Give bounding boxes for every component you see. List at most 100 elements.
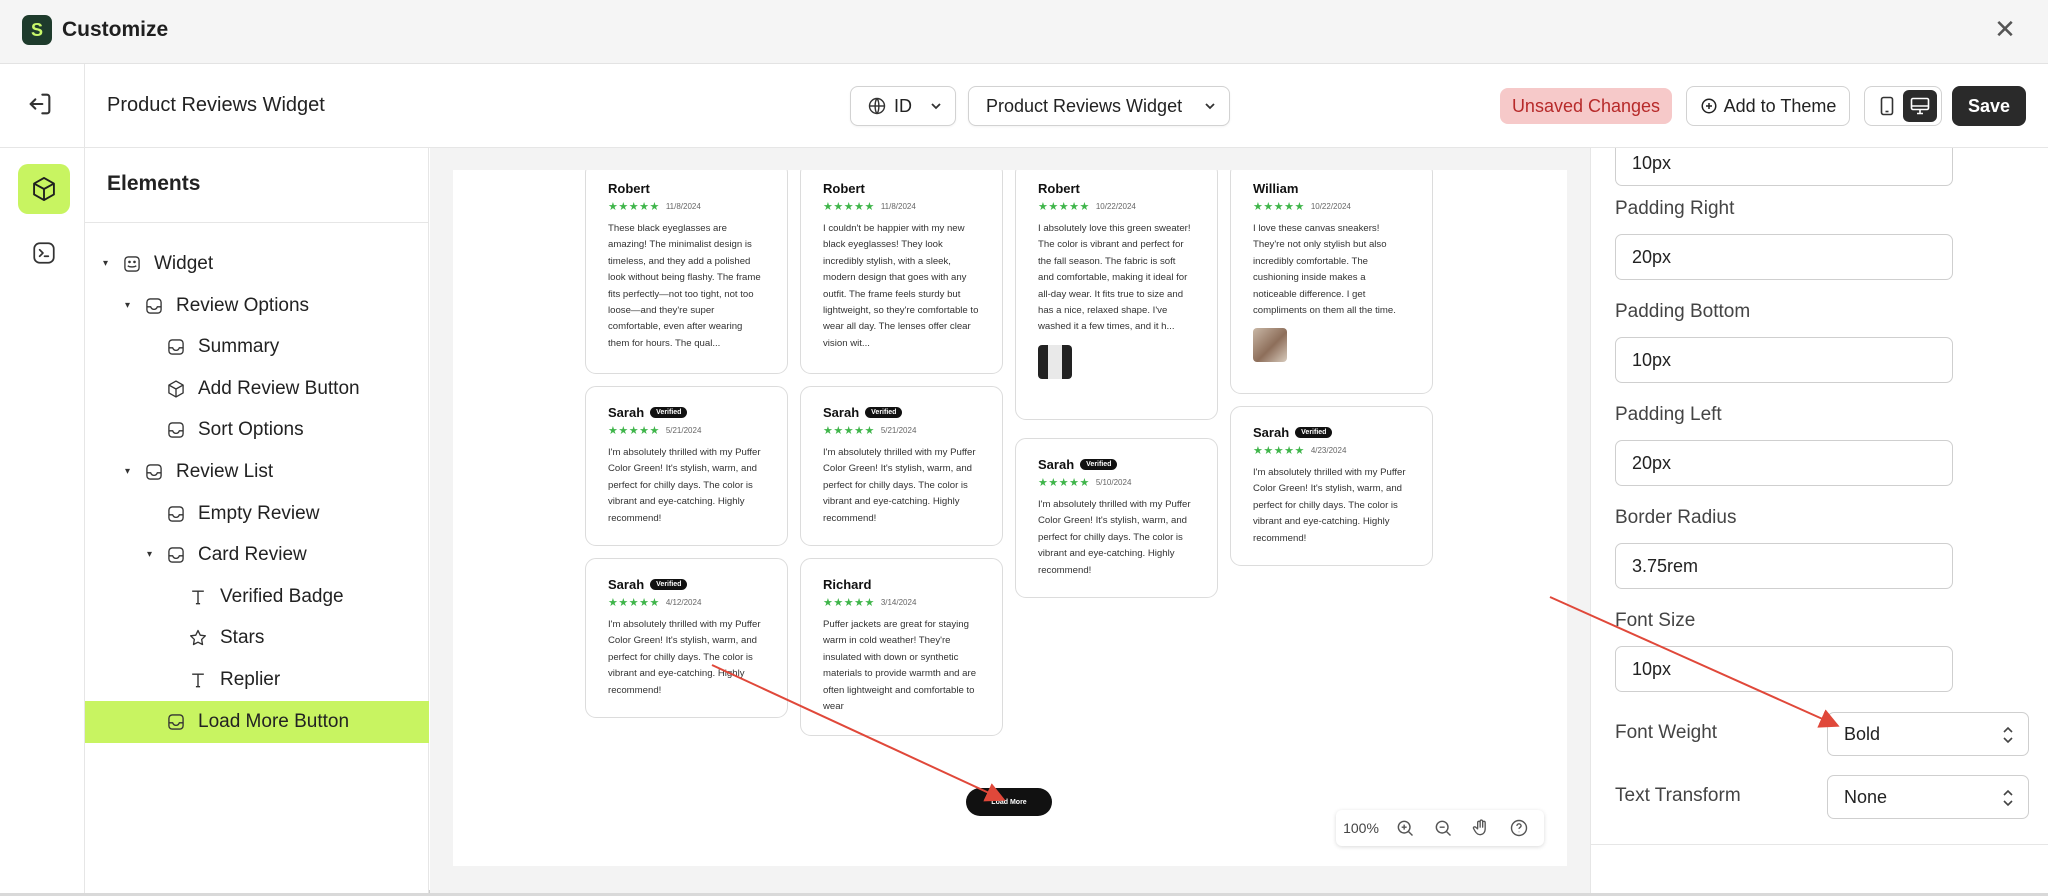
zoom-out-icon[interactable] bbox=[1424, 810, 1462, 846]
tree-item-label: Sort Options bbox=[198, 419, 304, 441]
mobile-view-icon[interactable] bbox=[1873, 92, 1901, 120]
save-button[interactable]: Save bbox=[1952, 86, 2026, 126]
tree-item[interactable]: ▾ Review List bbox=[85, 451, 429, 493]
text-icon bbox=[187, 586, 209, 608]
desktop-view-icon[interactable] bbox=[1903, 90, 1937, 122]
widget-dropdown[interactable]: Product Reviews Widget bbox=[968, 86, 1230, 126]
caret-down-icon[interactable]: ▾ bbox=[147, 549, 157, 560]
rating-stars: ★★★★★ bbox=[823, 596, 875, 609]
help-icon[interactable] bbox=[1500, 810, 1538, 846]
load-more-button[interactable]: Load More bbox=[966, 788, 1052, 816]
padding-top-input[interactable]: 10px bbox=[1615, 148, 1953, 186]
reviewer-name: Sarah bbox=[608, 404, 645, 420]
review-date: 4/23/2024 bbox=[1310, 445, 1347, 455]
review-photo[interactable] bbox=[1253, 328, 1287, 363]
tree-item[interactable]: Replier bbox=[85, 659, 429, 701]
close-icon[interactable]: ✕ bbox=[1990, 14, 2020, 44]
language-dropdown[interactable]: ID bbox=[850, 86, 956, 126]
box-face-icon bbox=[143, 295, 165, 317]
tree-item[interactable]: ▾ Card Review bbox=[85, 534, 429, 576]
caret-down-icon[interactable]: ▾ bbox=[125, 466, 135, 477]
padding-right-input[interactable]: 20px bbox=[1615, 234, 1953, 280]
zoom-level: 100% bbox=[1343, 820, 1379, 836]
box-face-icon bbox=[165, 419, 187, 441]
tree-item[interactable]: ▾ Review Options bbox=[85, 285, 429, 327]
tree-item[interactable]: Stars bbox=[85, 617, 429, 659]
tree-item-label: Review Options bbox=[176, 294, 310, 316]
review-text: I'm absolutely thrilled with my Puffer C… bbox=[1253, 467, 1406, 544]
zoom-in-icon[interactable] bbox=[1386, 810, 1424, 846]
reviewer-name: William bbox=[1253, 180, 1299, 196]
panel-divider bbox=[85, 222, 429, 223]
tree-item[interactable]: Add Review Button bbox=[85, 368, 429, 410]
caret-down-icon[interactable]: ▾ bbox=[125, 300, 135, 311]
review-date: 3/14/2024 bbox=[880, 597, 917, 607]
review-text: I'm absolutely thrilled with my Puffer C… bbox=[1038, 499, 1191, 576]
reviewer-name: Sarah bbox=[608, 576, 645, 592]
review-date: 10/22/2024 bbox=[1310, 201, 1351, 211]
border-radius-label: Border Radius bbox=[1615, 507, 1737, 528]
toolbar-divider bbox=[84, 64, 85, 148]
left-rail bbox=[0, 148, 85, 893]
tree-item[interactable]: Empty Review bbox=[85, 493, 429, 535]
text-transform-select[interactable]: None bbox=[1827, 775, 2029, 819]
review-card: William ★★★★★ 10/22/2024 I love these canva… bbox=[1230, 170, 1433, 394]
box-face-icon bbox=[165, 544, 187, 566]
rating-stars: ★★★★★ bbox=[1253, 200, 1305, 213]
rating-stars: ★★★★★ bbox=[823, 200, 875, 213]
hand-icon[interactable] bbox=[1462, 810, 1500, 846]
review-text: I couldn't be happier with my new black … bbox=[823, 223, 979, 349]
add-to-theme-button[interactable]: Add to Theme bbox=[1686, 86, 1850, 126]
code-tab-icon[interactable] bbox=[18, 228, 70, 278]
review-date: 11/8/2024 bbox=[665, 201, 701, 211]
elements-panel-title: Elements bbox=[107, 172, 201, 195]
reviewer-name: Sarah bbox=[1253, 424, 1290, 440]
window-title: Customize bbox=[62, 18, 169, 41]
tree-item[interactable]: Summary bbox=[85, 326, 429, 368]
tree-item[interactable]: Load More Button bbox=[85, 700, 429, 743]
customize-window: S Customize ✕ Product Reviews Widget ID … bbox=[0, 0, 2048, 893]
font-size-label: Font Size bbox=[1615, 610, 1696, 631]
caret-down-icon[interactable]: ▾ bbox=[103, 258, 113, 269]
widget-dropdown-value: Product Reviews Widget bbox=[986, 95, 1183, 116]
review-text: I love these canvas sneakers! They're no… bbox=[1253, 223, 1396, 317]
widget-icon bbox=[121, 253, 143, 275]
rating-stars: ★★★★★ bbox=[1038, 476, 1090, 489]
tree-item[interactable]: Sort Options bbox=[85, 409, 429, 451]
padding-left-input[interactable]: 20px bbox=[1615, 440, 1953, 486]
tree-item-label: Stars bbox=[220, 627, 265, 649]
tree-item[interactable]: Verified Badge bbox=[85, 576, 429, 618]
chevron-down-icon bbox=[1205, 103, 1215, 110]
reviewer-name: Richard bbox=[823, 576, 872, 592]
review-date: 5/21/2024 bbox=[880, 425, 917, 435]
review-text: I'm absolutely thrilled with my Puffer C… bbox=[608, 619, 761, 696]
review-card: Sarah Verified ★★★★★ 5/21/2024 I'm absolutel… bbox=[585, 386, 788, 546]
review-card: Sarah Verified ★★★★★ 5/10/2024 I'm absolutel… bbox=[1015, 438, 1218, 598]
font-weight-select[interactable]: Bold bbox=[1827, 712, 2029, 756]
tree-item-label: Add Review Button bbox=[198, 377, 360, 399]
verified-badge: Verified bbox=[1080, 458, 1118, 470]
add-to-theme-label: Add to Theme bbox=[1723, 95, 1837, 116]
tree-item-label: Replier bbox=[220, 669, 281, 690]
review-photo[interactable] bbox=[1038, 344, 1072, 379]
border-radius-input[interactable]: 3.75rem bbox=[1615, 543, 1953, 589]
exit-icon[interactable] bbox=[26, 90, 54, 118]
globe-icon bbox=[868, 97, 886, 115]
padding-bottom-input[interactable]: 10px bbox=[1615, 337, 1953, 383]
review-text: These black eyeglasses are amazing! The … bbox=[608, 223, 761, 349]
verified-badge: Verified bbox=[650, 578, 688, 590]
tree-item[interactable]: ▾ Widget bbox=[85, 243, 429, 285]
review-card: Sarah Verified ★★★★★ 5/21/2024 I'm absolutel… bbox=[800, 386, 1003, 546]
zoom-toolbar: 100% bbox=[1336, 810, 1544, 846]
font-size-input[interactable]: 10px bbox=[1615, 646, 1953, 692]
elements-panel: Elements ▾ Widget ▾ Review Options Summary Ad… bbox=[85, 148, 429, 893]
settings-panel: 10px Padding Right 20px Padding Bottom 1… bbox=[1590, 148, 2048, 893]
review-card: Sarah Verified ★★★★★ 4/23/2024 I'm absolutel… bbox=[1230, 406, 1433, 566]
star-icon bbox=[187, 627, 209, 649]
language-value: ID bbox=[894, 95, 912, 116]
unsaved-changes-badge: Unsaved Changes bbox=[1500, 88, 1672, 124]
reviewer-name: Robert bbox=[1038, 180, 1080, 196]
elements-tab-icon[interactable] bbox=[18, 164, 70, 214]
verified-badge: Verified bbox=[650, 406, 688, 418]
review-date: 4/12/2024 bbox=[665, 597, 702, 607]
